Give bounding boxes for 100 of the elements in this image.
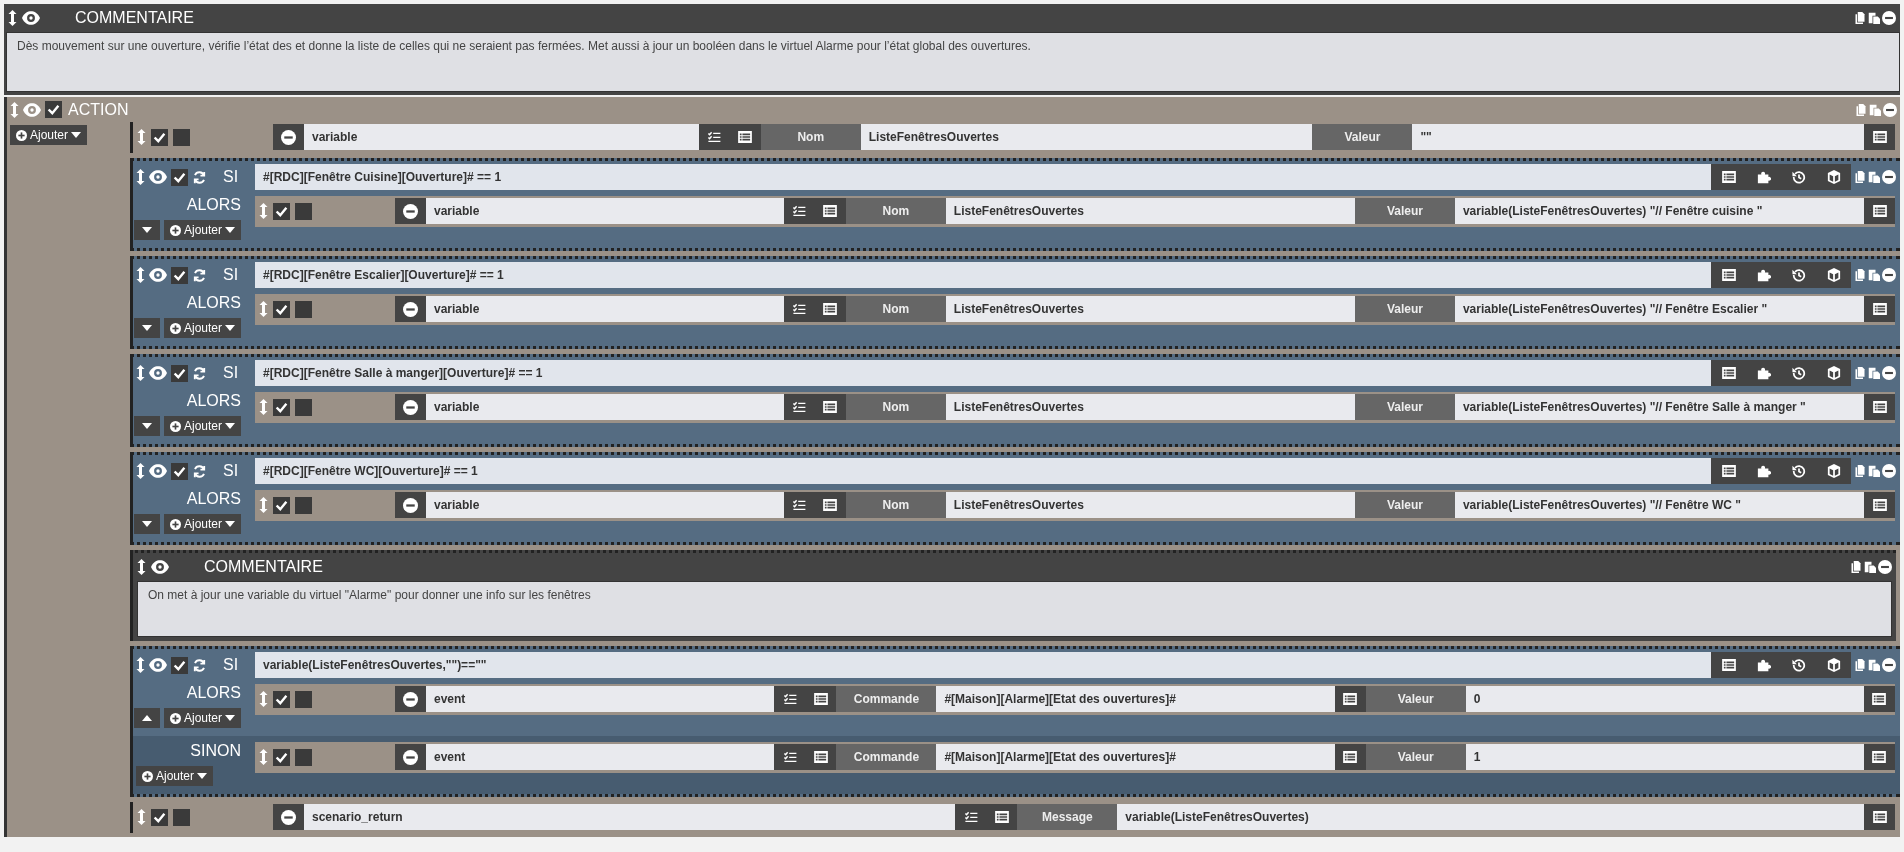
drag-handle-icon[interactable] bbox=[259, 301, 268, 317]
eye-icon[interactable] bbox=[149, 658, 167, 672]
value-field[interactable]: #[Maison][Alarme][Etat des ouvertures]# bbox=[936, 686, 1335, 712]
cube-button[interactable] bbox=[1816, 360, 1851, 386]
toggle-button[interactable] bbox=[133, 220, 160, 240]
copy-icon[interactable] bbox=[1854, 170, 1866, 184]
list-button[interactable] bbox=[814, 492, 846, 518]
checkbox[interactable] bbox=[171, 656, 188, 674]
eye-icon[interactable] bbox=[149, 268, 167, 282]
list-button[interactable] bbox=[1711, 262, 1746, 288]
drag-handle-icon[interactable] bbox=[259, 691, 268, 707]
value-field[interactable]: ListeFenêtresOuvertes bbox=[945, 394, 1355, 420]
remove-button[interactable] bbox=[395, 686, 426, 712]
add-button[interactable]: Ajouter bbox=[163, 416, 241, 436]
checklist-button[interactable] bbox=[774, 744, 806, 770]
remove-button[interactable] bbox=[395, 394, 426, 420]
command-field[interactable]: variable bbox=[426, 394, 784, 420]
drag-handle-icon[interactable] bbox=[137, 559, 146, 575]
minus-circle-icon[interactable] bbox=[403, 749, 418, 765]
drag-handle-icon[interactable] bbox=[259, 749, 268, 765]
checkbox[interactable] bbox=[171, 266, 188, 284]
checkbox[interactable] bbox=[171, 364, 188, 382]
drag-handle-icon[interactable] bbox=[137, 129, 146, 145]
parallel-checkbox[interactable] bbox=[295, 398, 312, 416]
list-button[interactable] bbox=[1864, 492, 1895, 518]
paste-icon[interactable] bbox=[1868, 366, 1880, 380]
cube-button[interactable] bbox=[1816, 262, 1851, 288]
list-button[interactable] bbox=[814, 296, 846, 322]
condition-field[interactable]: #[RDC][Fenêtre Escalier][Ouverture]# == 1 bbox=[255, 262, 1711, 288]
condition-field[interactable]: variable(ListeFenêtresOuvertes,"")=="" bbox=[255, 652, 1711, 678]
minus-circle-icon[interactable] bbox=[403, 497, 418, 513]
paste-icon[interactable] bbox=[1864, 560, 1876, 574]
minus-circle-icon[interactable] bbox=[403, 203, 418, 219]
value-field[interactable]: ListeFenêtresOuvertes bbox=[860, 124, 1313, 150]
list-button[interactable] bbox=[1334, 744, 1366, 770]
list-button[interactable] bbox=[1864, 198, 1895, 224]
value-field[interactable]: variable(ListeFenêtresOuvertes) "// Fenêtre Escalier " bbox=[1454, 296, 1864, 322]
command-field[interactable]: variable bbox=[426, 198, 784, 224]
parallel-checkbox[interactable] bbox=[173, 808, 190, 826]
drag-handle-icon[interactable] bbox=[259, 399, 268, 415]
drag-handle-icon[interactable] bbox=[136, 657, 145, 673]
list-button[interactable] bbox=[1711, 652, 1746, 678]
command-field[interactable]: event bbox=[426, 744, 775, 770]
minus-circle-icon[interactable] bbox=[281, 129, 296, 145]
checklist-button[interactable] bbox=[774, 686, 806, 712]
list-button[interactable] bbox=[814, 198, 846, 224]
eye-icon[interactable] bbox=[149, 366, 167, 380]
parallel-checkbox[interactable] bbox=[295, 690, 312, 708]
minus-circle-icon[interactable] bbox=[403, 399, 418, 415]
paste-icon[interactable] bbox=[1868, 658, 1880, 672]
drag-handle-icon[interactable] bbox=[136, 267, 145, 283]
checklist-button[interactable] bbox=[955, 804, 987, 830]
value-field[interactable]: ListeFenêtresOuvertes bbox=[945, 198, 1355, 224]
list-button[interactable] bbox=[729, 124, 761, 150]
value-field[interactable]: ListeFenêtresOuvertes bbox=[945, 492, 1355, 518]
remove-button[interactable] bbox=[273, 804, 304, 830]
copy-icon[interactable] bbox=[1854, 658, 1866, 672]
cube-button[interactable] bbox=[1816, 458, 1851, 484]
comment-field[interactable]: Dès mouvement sur une ouverture, vérifie l’état des et donne la liste de celles qui ne seraient pas fermées. Met aussi à jour un booléen dans le virtuel Alarme pour l’état global des ouvertures. bbox=[6, 32, 1900, 92]
checklist-button[interactable] bbox=[698, 124, 730, 150]
checkbox[interactable] bbox=[171, 168, 188, 186]
refresh-icon[interactable] bbox=[192, 267, 207, 283]
drag-handle-icon[interactable] bbox=[137, 809, 146, 825]
list-button[interactable] bbox=[1711, 458, 1746, 484]
copy-icon[interactable] bbox=[1854, 366, 1866, 380]
remove-button[interactable] bbox=[273, 124, 304, 150]
remove-button[interactable] bbox=[395, 198, 426, 224]
drag-handle-icon[interactable] bbox=[136, 365, 145, 381]
minus-circle-icon[interactable] bbox=[281, 809, 296, 825]
checkbox[interactable] bbox=[151, 808, 168, 826]
refresh-icon[interactable] bbox=[192, 169, 207, 185]
list-button[interactable] bbox=[1711, 164, 1746, 190]
checklist-button[interactable] bbox=[783, 394, 815, 420]
checkbox[interactable] bbox=[273, 398, 290, 416]
drag-handle-icon[interactable] bbox=[136, 463, 145, 479]
value-field[interactable]: variable(ListeFenêtresOuvertes) "// Fenêtre Salle à manger " bbox=[1454, 394, 1864, 420]
list-button[interactable] bbox=[986, 804, 1018, 830]
parallel-checkbox[interactable] bbox=[295, 300, 312, 318]
add-button[interactable]: Ajouter bbox=[163, 514, 241, 534]
parallel-checkbox[interactable] bbox=[295, 202, 312, 220]
checkbox[interactable] bbox=[273, 690, 290, 708]
drag-handle-icon[interactable] bbox=[8, 10, 17, 26]
toggle-button[interactable] bbox=[133, 416, 160, 436]
toggle-button[interactable] bbox=[133, 708, 160, 728]
list-button[interactable] bbox=[805, 686, 837, 712]
remove-button[interactable] bbox=[395, 492, 426, 518]
cube-button[interactable] bbox=[1816, 652, 1851, 678]
list-button[interactable] bbox=[1864, 686, 1895, 712]
list-button[interactable] bbox=[1864, 296, 1895, 322]
paste-icon[interactable] bbox=[1868, 11, 1880, 25]
condition-field[interactable]: #[RDC][Fenêtre WC][Ouverture]# == 1 bbox=[255, 458, 1711, 484]
checkbox[interactable] bbox=[273, 300, 290, 318]
drag-handle-icon[interactable] bbox=[259, 497, 268, 513]
checkbox[interactable] bbox=[273, 748, 290, 766]
condition-field[interactable]: #[RDC][Fenêtre Salle à manger][Ouverture]# == 1 bbox=[255, 360, 1711, 386]
remove-button[interactable] bbox=[395, 744, 426, 770]
command-field[interactable]: event bbox=[426, 686, 775, 712]
list-button[interactable] bbox=[814, 394, 846, 420]
value-field[interactable]: #[Maison][Alarme][Etat des ouvertures]# bbox=[936, 744, 1335, 770]
drag-handle-icon[interactable] bbox=[136, 169, 145, 185]
